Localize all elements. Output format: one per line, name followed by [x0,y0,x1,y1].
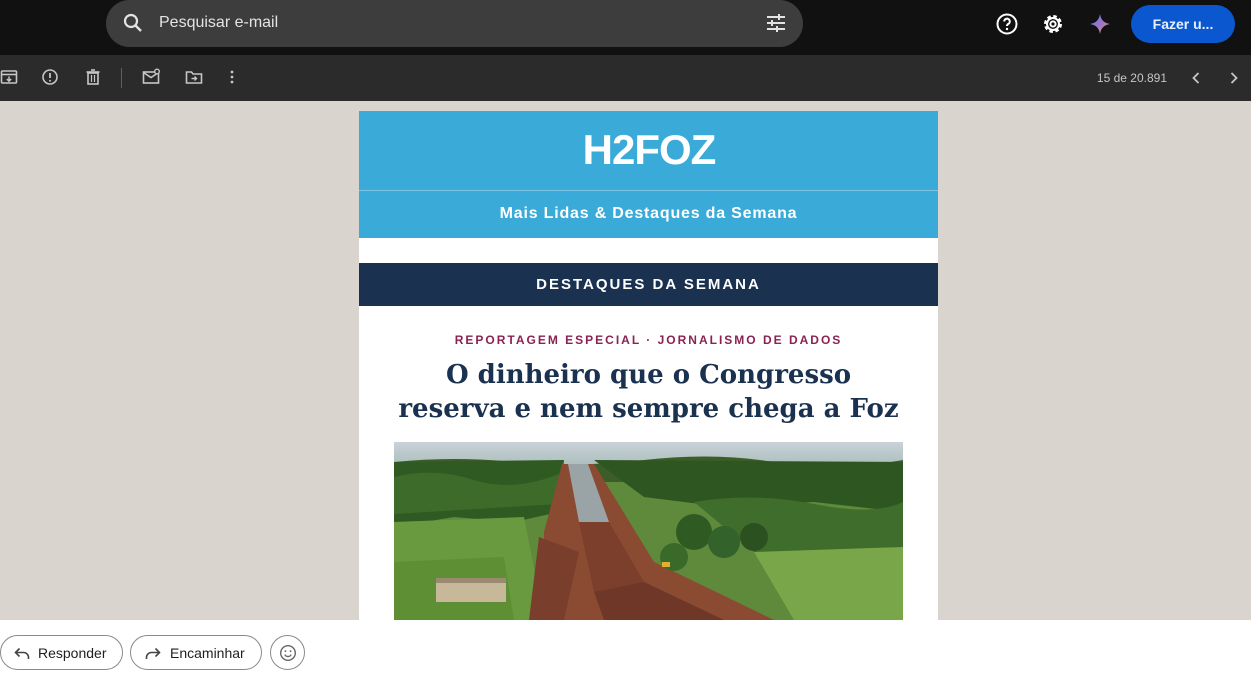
article-headline[interactable]: O dinheiro que o Congresso reserva e nem… [379,358,918,426]
reply-icon [14,647,30,659]
mark-unread-icon[interactable] [142,68,160,86]
reply-label: Responder [38,645,107,661]
search-icon[interactable] [121,11,145,35]
more-icon[interactable] [223,68,241,86]
emoji-reaction-button[interactable] [270,635,305,670]
h2foz-logo: H2FOZ [359,126,938,174]
move-to-icon[interactable] [185,68,203,86]
newsletter-header: H2FOZ Mais Lidas & Destaques da Semana [359,111,938,238]
forward-button[interactable]: Encaminhar [130,635,262,670]
gemini-icon[interactable] [1088,12,1112,36]
settings-icon[interactable] [1041,12,1065,36]
archive-icon[interactable] [0,68,18,86]
headline-line-2: reserva e nem sempre chega a Foz [398,394,899,424]
headline-line-1: O dinheiro que o Congresso [445,360,852,390]
email-toolbar: 15 de 20.891 [0,55,1251,101]
article-photo[interactable] [394,442,903,620]
emoji-icon [279,644,297,662]
article-kicker[interactable]: REPORTAGEM ESPECIAL · JORNALISMO DE DADO… [359,333,938,347]
chevron-right-icon[interactable] [1224,68,1244,88]
delete-icon[interactable] [84,68,102,86]
search-input[interactable]: Pesquisar e-mail [159,14,278,32]
email-body: H2FOZ Mais Lidas & Destaques da Semana D… [359,111,938,620]
logo-mark: H2FOZ [582,126,716,173]
message-counter: 15 de 20.891 [1096,71,1167,85]
newsletter-subtitle: Mais Lidas & Destaques da Semana [499,205,798,222]
reply-button[interactable]: Responder [0,635,123,670]
toolbar-divider [121,68,122,88]
cta-button[interactable]: Fazer u... [1131,5,1235,43]
chevron-left-icon[interactable] [1186,68,1206,88]
header-divider [359,190,938,191]
search-bar[interactable]: Pesquisar e-mail [106,0,803,47]
report-spam-icon[interactable] [41,68,59,86]
section-banner: DESTAQUES DA SEMANA [359,263,938,306]
tune-icon[interactable] [765,12,787,34]
forward-icon [145,647,161,659]
top-bar: Pesquisar e-mail Fazer u... [0,0,1251,55]
reply-bar: Responder Encaminhar [0,620,1251,680]
svg-text:H2FOZ: H2FOZ [582,129,715,169]
forward-label: Encaminhar [170,645,245,661]
aerial-road-image [394,442,903,620]
help-icon[interactable] [995,12,1019,36]
